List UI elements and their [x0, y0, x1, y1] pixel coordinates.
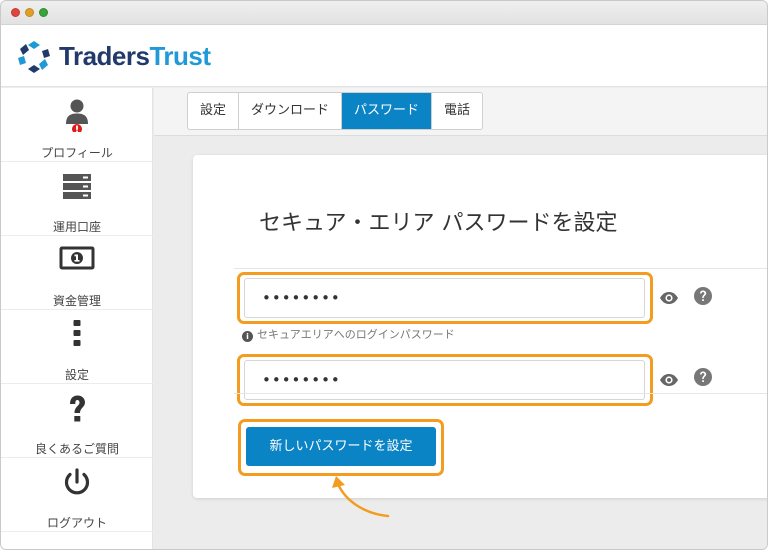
- user-icon: [66, 99, 88, 132]
- confirm-password-input[interactable]: ••••••••: [244, 360, 645, 400]
- question-icon: [70, 395, 85, 422]
- power-icon: [64, 468, 90, 495]
- sidebar-item-label: ログアウト: [46, 516, 107, 530]
- help-icon[interactable]: [693, 367, 713, 387]
- sidebar-item-label: 設定: [64, 368, 89, 382]
- sidebar-item-accounts[interactable]: 運用口座: [1, 162, 153, 236]
- traderstrust-logo-icon: [18, 41, 50, 73]
- divider: [234, 268, 767, 269]
- sidebar-item-label: 運用口座: [52, 220, 101, 234]
- vertical-dots-icon: [73, 320, 81, 346]
- tab-password[interactable]: パスワード: [342, 93, 433, 129]
- sidebar-item-label: 良くあるご質問: [34, 442, 119, 456]
- help-icon[interactable]: [693, 286, 713, 306]
- minimize-window-button[interactable]: [25, 8, 34, 17]
- form-title: セキュア・エリア パスワードを設定: [259, 211, 618, 236]
- money-icon: [59, 246, 95, 270]
- divider: [234, 393, 767, 394]
- set-new-password-button[interactable]: 新しいパスワードを設定: [246, 427, 436, 466]
- server-icon: [63, 174, 91, 199]
- sidebar-item-label: 資金管理: [52, 294, 101, 308]
- submit-button-highlight: 新しいパスワードを設定: [238, 419, 444, 476]
- sidebar-item-profile[interactable]: プロフィール: [1, 88, 153, 162]
- brand-logo-text: TradersTrust: [59, 41, 211, 71]
- sidebar-item-funds[interactable]: 資金管理: [1, 236, 153, 310]
- confirm-field-highlight: ••••••••: [237, 354, 653, 406]
- tab-list: 設定 ダウンロード パスワード 電話: [187, 92, 484, 130]
- password-input[interactable]: ••••••••: [244, 278, 645, 318]
- info-icon: i: [242, 331, 253, 342]
- sidebar: プロフィール 運用口座 資金管理 設定 良くあるご質問 ログアウト: [1, 88, 153, 549]
- settings-tab-bar: 設定 ダウンロード パスワード 電話: [154, 88, 767, 136]
- sidebar-item-settings[interactable]: 設定: [1, 310, 153, 384]
- maximize-window-button[interactable]: [39, 8, 48, 17]
- password-hint: i セキュアエリアへのログインパスワード: [242, 326, 455, 342]
- tab-phone[interactable]: 電話: [432, 93, 482, 129]
- tab-download[interactable]: ダウンロード: [239, 93, 343, 129]
- password-field-highlight: ••••••••: [237, 272, 653, 324]
- sidebar-item-faq[interactable]: 良くあるご質問: [1, 384, 153, 458]
- tab-settings[interactable]: 設定: [188, 93, 240, 129]
- close-window-button[interactable]: [11, 8, 20, 17]
- password-form-card: セキュア・エリア パスワードを設定 •••••••• i セキュアエリアへのログイ…: [193, 155, 767, 498]
- sidebar-item-label: プロフィール: [41, 146, 113, 160]
- eye-icon[interactable]: [659, 370, 679, 390]
- sidebar-item-logout[interactable]: ログアウト: [1, 458, 153, 532]
- main-content: 設定 ダウンロード パスワード 電話 セキュア・エリア パスワードを設定 •••…: [154, 88, 767, 549]
- eye-icon[interactable]: [659, 288, 679, 308]
- site-header: TradersTrust: [1, 25, 767, 87]
- browser-window: TradersTrust プロフィール 運用口座 資金管理 設定 良くあるご質問…: [0, 0, 768, 550]
- pointer-arrow-icon: [332, 476, 390, 518]
- window-titlebar: [1, 1, 767, 25]
